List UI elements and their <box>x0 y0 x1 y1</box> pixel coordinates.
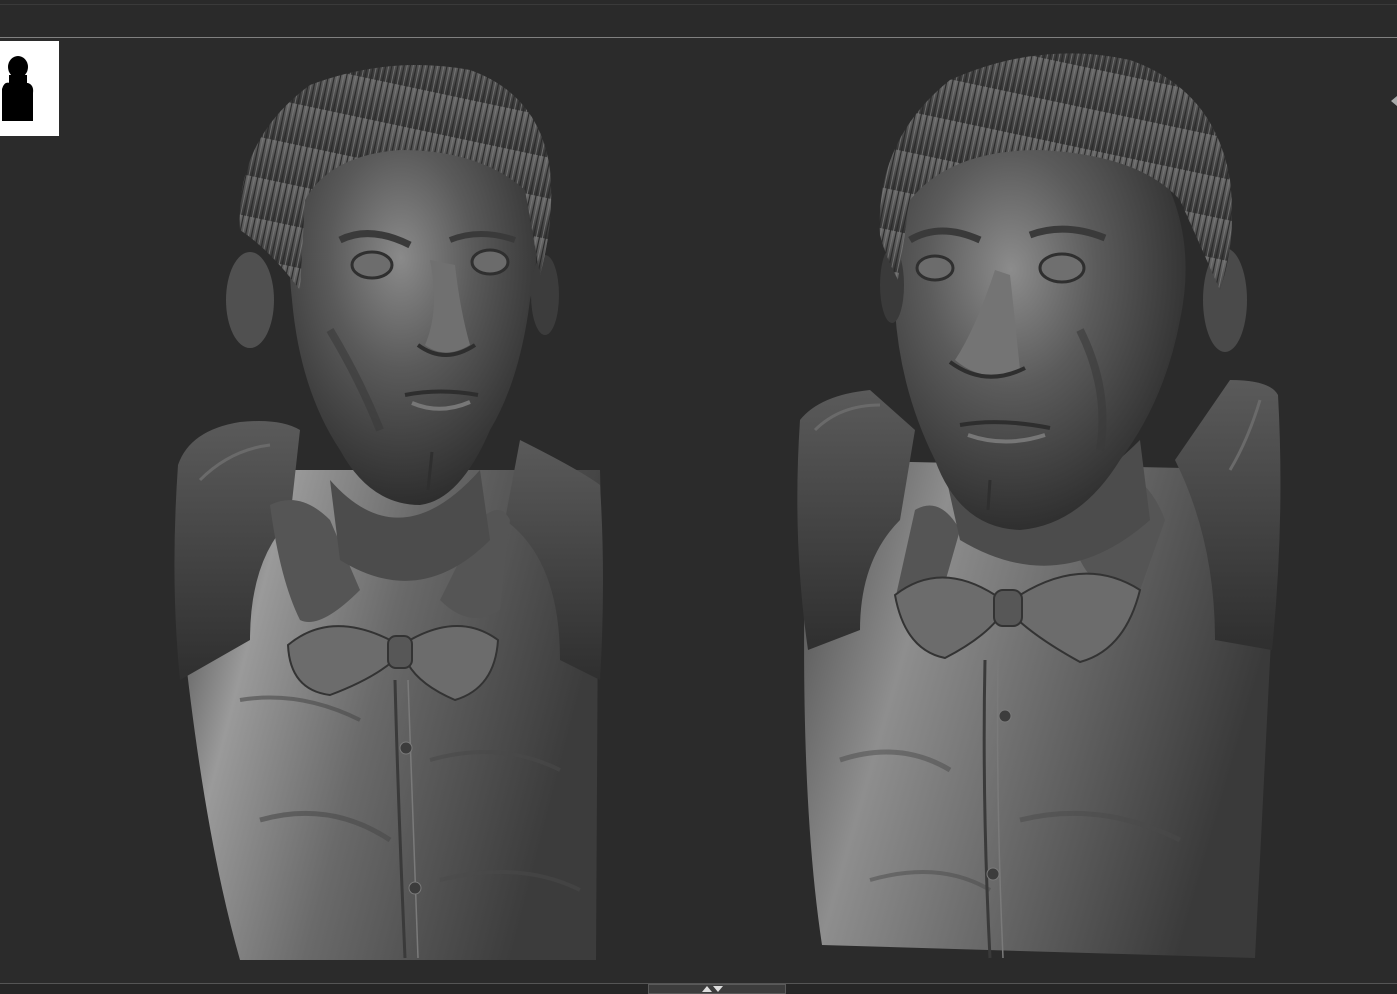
right-panel-arrow-icon[interactable] <box>1391 96 1397 106</box>
3d-viewport[interactable] <box>0 39 1397 983</box>
bust-front-view[interactable] <box>174 65 603 960</box>
top-toolbar-strip <box>0 0 1397 38</box>
toolbar-divider <box>0 4 1397 5</box>
sculpt-app-window <box>0 0 1397 994</box>
viewport-canvas[interactable] <box>0 39 1397 983</box>
navigator-thumbnail[interactable] <box>0 41 59 136</box>
bust-silhouette-icon <box>2 56 34 121</box>
collapse-expand-arrows-icon[interactable] <box>700 985 724 993</box>
bust-three-quarter-view[interactable] <box>797 53 1281 959</box>
